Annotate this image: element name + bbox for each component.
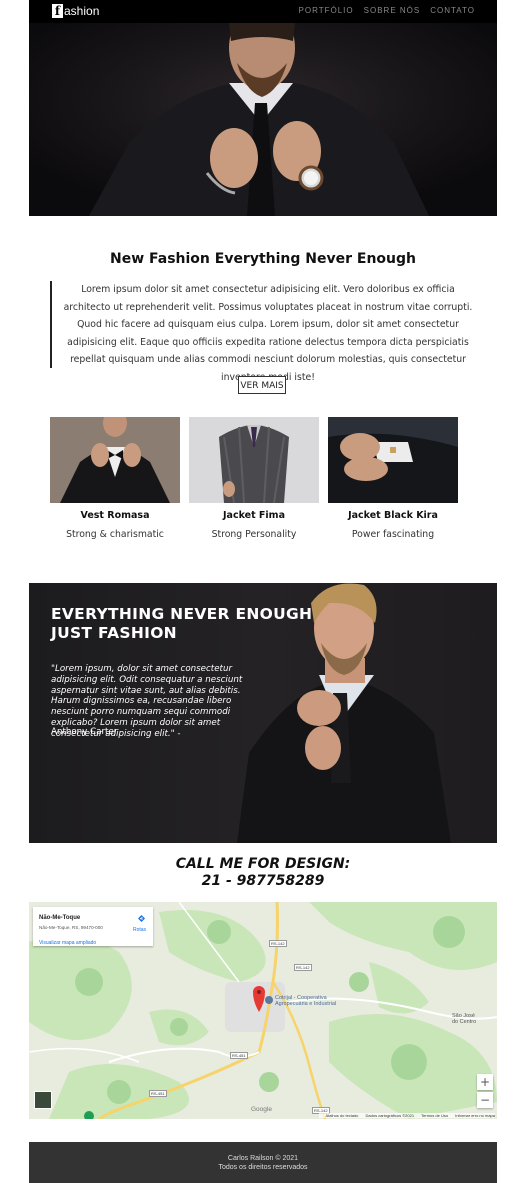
product-desc: Power fascinating xyxy=(351,529,435,540)
nav-menu: PORTFÓLIO SOBRE NÓS CONTATO xyxy=(299,6,475,15)
road-label: RS-451 xyxy=(149,1090,167,1097)
directions-link[interactable]: Rotas xyxy=(133,927,146,933)
logo-text: ashion xyxy=(64,4,100,18)
banner-title-line2: JUST FASHION xyxy=(51,624,177,642)
quote-author: Anthony Carter xyxy=(51,727,118,737)
embedded-map[interactable]: Não-Me-Toque Não-Me-Toque, RS, 99470-000… xyxy=(29,902,497,1119)
map-place-title: Não-Me-Toque xyxy=(39,915,81,921)
map-info-card: Não-Me-Toque Não-Me-Toque, RS, 99470-000… xyxy=(33,907,153,946)
page-footer: Carlos Railson © 2021 Todos os direitos … xyxy=(29,1142,497,1183)
product-card[interactable]: Jacket Black Kira Power fascinating xyxy=(328,417,458,540)
product-name: Jacket Black Kira xyxy=(348,510,438,521)
banner-title-line1: EVERYTHING NEVER ENOUGH xyxy=(51,605,313,623)
street-view-pegman-icon[interactable] xyxy=(34,1091,52,1109)
product-image[interactable] xyxy=(50,417,180,503)
product-desc: Strong & charismatic xyxy=(66,529,164,540)
footer-copyright: Carlos Railson © 2021 xyxy=(227,1155,299,1162)
google-logo: Google xyxy=(251,1106,272,1113)
product-image[interactable] xyxy=(328,417,458,503)
logo-letter: f xyxy=(52,4,63,18)
road-label: RS-142 xyxy=(269,940,287,947)
road-label: RS-142 xyxy=(294,964,312,971)
nav-link-sobre-nos[interactable]: SOBRE NÓS xyxy=(364,6,421,15)
road-label: RS-451 xyxy=(230,1052,248,1059)
map-place-address: Não-Me-Toque, RS, 99470-000 xyxy=(39,925,103,930)
logo[interactable]: f ashion xyxy=(52,3,99,19)
ver-mais-button[interactable]: VER MAIS xyxy=(238,376,286,394)
nav-link-contato[interactable]: CONTATO xyxy=(430,6,475,15)
intro-paragraph: Lorem ipsum dolor sit amet consectetur a… xyxy=(50,281,474,383)
zoom-out-button[interactable]: − xyxy=(477,1092,493,1108)
quote-banner: EVERYTHING NEVER ENOUGH JUST FASHION "Lo… xyxy=(29,583,497,843)
report-error-link[interactable]: Informar erro no mapa xyxy=(455,1113,495,1118)
hero-man-illustration xyxy=(29,23,497,216)
phone-number: 21 - 987758289 xyxy=(201,873,325,889)
poi-label[interactable]: Cotrijal - Cooperativa Agropecuária e In… xyxy=(275,995,336,1007)
zoom-in-button[interactable]: + xyxy=(477,1074,493,1090)
section-title: New Fashion Everything Never Enough xyxy=(109,251,417,267)
nav-link-portfolio[interactable]: PORTFÓLIO xyxy=(299,6,354,15)
map-attribution: Atalhos do teclado Dados cartográficos ©… xyxy=(319,1113,495,1118)
hero-image xyxy=(29,23,497,216)
larger-map-link[interactable]: Visualizar mapa ampliado xyxy=(39,940,96,946)
product-desc: Strong Personality xyxy=(211,529,297,540)
terms-link[interactable]: Termos de Uso xyxy=(421,1113,448,1118)
keyboard-shortcuts-link[interactable]: Atalhos do teclado xyxy=(325,1113,358,1118)
product-name: Vest Romasa xyxy=(80,510,150,521)
directions-icon[interactable] xyxy=(138,915,145,924)
call-heading: CALL ME FOR DESIGN: 21 - 987758289 xyxy=(29,856,497,890)
product-card[interactable]: Vest Romasa Strong & charismatic xyxy=(50,417,180,540)
top-navbar: f ashion PORTFÓLIO SOBRE NÓS CONTATO xyxy=(29,0,497,23)
product-name: Jacket Fima xyxy=(223,510,285,521)
product-card[interactable]: Jacket Fima Strong Personality xyxy=(189,417,319,540)
map-data-text: Dados cartográficos ©2021 xyxy=(365,1113,415,1118)
product-image[interactable] xyxy=(189,417,319,503)
call-line1: CALL ME FOR DESIGN: xyxy=(175,856,351,872)
town-label: São José do Centro xyxy=(452,1013,477,1025)
footer-rights: Todos os direitos reservados xyxy=(218,1164,308,1171)
banner-title: EVERYTHING NEVER ENOUGH JUST FASHION xyxy=(51,605,312,643)
